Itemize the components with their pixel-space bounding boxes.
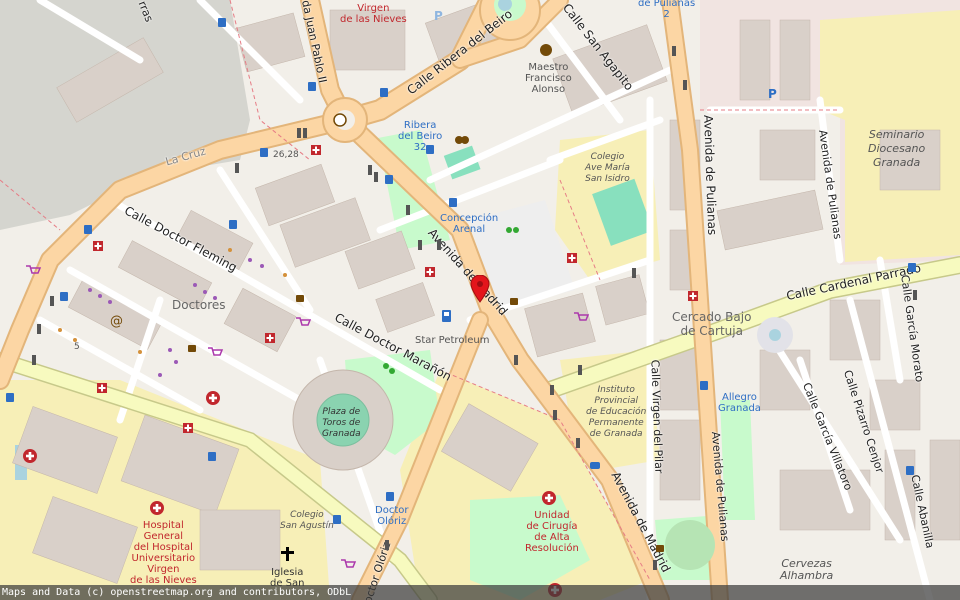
theatre-icon [540,44,552,56]
map-attribution: Maps and Data (c) openstreetmap.org and … [0,585,960,600]
internet-cafe-icon: @ [110,314,123,329]
parking-icon-2: P [434,9,443,23]
location-marker-icon[interactable] [470,275,490,303]
monument-icon [333,113,347,127]
map-canvas[interactable]: Calle Ribera del Beiro Calle San Agapito… [0,0,960,600]
tree-icon [383,227,519,374]
hospital-icon [23,391,562,597]
toilets-icon [455,136,469,144]
parking-icon: P [768,87,777,101]
fuel-station-icon [442,310,451,322]
pharmacy-icon [93,145,698,433]
cafe-icon [188,295,664,552]
shop-icon [26,265,590,568]
bus-stop-icon [6,18,916,524]
traffic-signal-icon [32,46,917,570]
taxi-icon [590,462,600,469]
church-icon [281,547,294,561]
